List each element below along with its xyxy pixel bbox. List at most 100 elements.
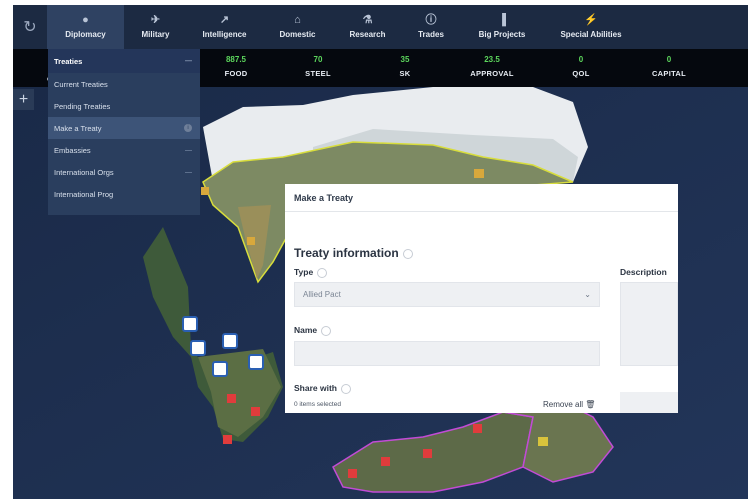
items-selected-count: 0 items selected [294, 401, 341, 408]
menu-item-label: Embassies [54, 145, 91, 155]
stat-value: 887.5 [225, 55, 247, 64]
section-title-text: Treaty information [294, 246, 399, 260]
stat-label: FOOD [224, 69, 248, 78]
tab-label: Intelligence [202, 30, 247, 39]
help-icon[interactable] [317, 267, 328, 278]
stat-steel: 70 STEEL [283, 55, 353, 78]
city-marker[interactable] [381, 457, 390, 466]
description-label: Description [620, 267, 667, 277]
type-label-text: Type [294, 267, 314, 277]
bar-chart-icon: ▐ [498, 14, 506, 26]
info-icon: i [184, 124, 192, 132]
select-value: Allied Pact [303, 290, 341, 299]
stat-label: QOL [572, 69, 590, 78]
stat-food: 887.5 FOOD [201, 55, 271, 78]
stat-label: STEEL [305, 69, 331, 78]
tab-intelligence[interactable]: ↗ Intelligence [187, 5, 262, 49]
city-marker[interactable] [223, 435, 232, 444]
menu-item-label: International Prog [54, 189, 114, 199]
airbase-marker[interactable] [190, 340, 206, 356]
stat-label: SK [399, 69, 411, 78]
description-textarea[interactable] [620, 282, 678, 366]
trash-icon: 🗑 [585, 400, 596, 409]
menu-item-pending-treaties[interactable]: Pending Treaties [48, 95, 200, 117]
stat-qol: 0 QOL [546, 55, 616, 78]
diplomacy-menu: Treaties — Current Treaties Pending Trea… [48, 49, 200, 215]
tab-research[interactable]: ⚗ Research [333, 5, 402, 49]
name-label-text: Name [294, 325, 318, 335]
share-with-label: Share with [294, 383, 351, 394]
building-marker[interactable] [474, 169, 484, 178]
tab-big-projects[interactable]: ▐ Big Projects [460, 5, 544, 49]
name-label: Name [294, 325, 332, 336]
section-title: Treaty information [294, 246, 413, 260]
airbase-marker[interactable] [212, 361, 228, 377]
top-nav: ↻ ● Diplomacy ✈ Military ↗ Intelligence … [13, 5, 748, 49]
airbase-marker[interactable] [222, 333, 238, 349]
share-with-label-text: Share with [294, 383, 337, 393]
globe-icon: ● [82, 14, 89, 26]
help-icon[interactable] [340, 383, 351, 394]
tab-label: Military [141, 30, 170, 39]
stat-label: CAPITAL [651, 69, 687, 78]
stat-label: APPROVAL [470, 69, 514, 78]
tab-label: Big Projects [478, 30, 526, 39]
type-label: Type [294, 267, 328, 278]
stat-value: 35 [400, 55, 410, 64]
stat-value: 70 [313, 55, 323, 64]
share-list-box[interactable] [620, 392, 678, 413]
tab-label: Domestic [279, 30, 316, 39]
add-button[interactable]: + [13, 89, 34, 110]
remove-all-button[interactable]: Remove all 🗑 [543, 400, 595, 409]
dialog-title: Make a Treaty [285, 184, 678, 212]
menu-item-current-treaties[interactable]: Current Treaties [48, 73, 200, 95]
lightning-icon: ⚡ [584, 14, 598, 26]
chevron-down-icon: — [185, 168, 192, 176]
chevron-down-icon: ⌄ [584, 290, 591, 299]
stat-value: 0 [666, 55, 672, 64]
remove-all-label: Remove all [543, 400, 584, 409]
stat-capital: 0 CAPITAL [634, 55, 704, 78]
menu-item-international-prog[interactable]: International Prog [48, 183, 200, 205]
tab-label: Diplomacy [65, 30, 106, 39]
tab-domestic[interactable]: ⌂ Domestic [262, 5, 333, 49]
treaty-type-select[interactable]: Allied Pact ⌄ [294, 282, 600, 307]
city-marker[interactable] [251, 407, 260, 416]
stat-value: 0 [578, 55, 584, 64]
stat-value: 23.5 [484, 55, 500, 64]
tab-label: Special Abilities [560, 30, 622, 39]
stat-sk: 35 SK [370, 55, 440, 78]
tab-special-abilities[interactable]: ⚡ Special Abilities [544, 5, 638, 49]
menu-item-label: Make a Treaty [54, 123, 102, 133]
plus-icon: + [18, 90, 29, 108]
chevron-down-icon: — [185, 146, 192, 154]
tab-trades[interactable]: ⓘ Trades [402, 5, 460, 49]
treaty-name-input[interactable] [294, 341, 600, 366]
chart-icon: ↗ [219, 14, 230, 26]
menu-item-label: International Orgs [54, 167, 114, 177]
building-marker[interactable] [538, 437, 548, 446]
help-icon[interactable] [321, 325, 332, 336]
help-icon[interactable] [402, 248, 413, 259]
flask-icon: ⚗ [362, 14, 373, 26]
airbase-marker[interactable] [248, 354, 264, 370]
building-marker[interactable] [201, 187, 209, 195]
info-icon: ⓘ [425, 14, 437, 26]
make-treaty-dialog: Make a Treaty Treaty information Type De… [285, 184, 678, 413]
menu-header-treaties[interactable]: Treaties — [48, 49, 200, 73]
city-marker[interactable] [348, 469, 357, 478]
tab-diplomacy[interactable]: ● Diplomacy [47, 5, 124, 49]
chevron-up-icon: — [185, 57, 192, 65]
building-marker[interactable] [247, 237, 255, 245]
city-marker[interactable] [227, 394, 236, 403]
menu-item-international-orgs[interactable]: International Orgs — [48, 161, 200, 183]
menu-item-label: Pending Treaties [54, 101, 111, 111]
city-marker[interactable] [423, 449, 432, 458]
menu-item-make-a-treaty[interactable]: Make a Treaty i [48, 117, 200, 139]
airbase-marker[interactable] [182, 316, 198, 332]
city-marker[interactable] [473, 424, 482, 433]
menu-item-embassies[interactable]: Embassies — [48, 139, 200, 161]
tab-label: Trades [418, 30, 444, 39]
tab-military[interactable]: ✈ Military [124, 5, 187, 49]
refresh-icon[interactable]: ↻ [13, 5, 47, 49]
